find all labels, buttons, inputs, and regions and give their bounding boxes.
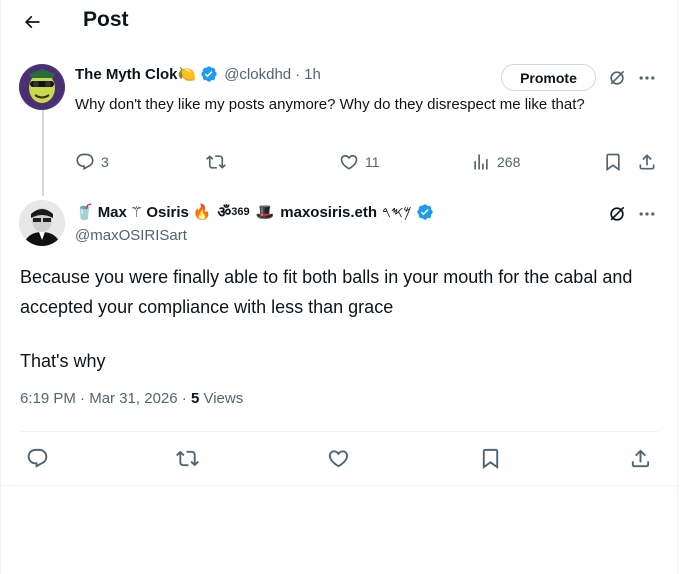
- heart-icon: [339, 152, 359, 172]
- parent-post-text: Why don't they like my posts anymore? Wh…: [75, 96, 585, 113]
- heart-icon: [327, 447, 350, 470]
- drink-emoji: 🥤: [75, 204, 94, 221]
- separator: ·: [295, 65, 301, 83]
- separator: ·: [80, 390, 86, 407]
- like-action[interactable]: [327, 447, 350, 470]
- divider: [20, 431, 658, 432]
- caduceus-symbol: ⚚: [129, 204, 144, 221]
- bookmark-action[interactable]: [479, 447, 502, 470]
- views-label: Views: [203, 390, 244, 407]
- separator: ·: [181, 390, 187, 407]
- post-paragraph: That's why: [20, 351, 106, 371]
- reply-action[interactable]: 3: [75, 152, 109, 172]
- verified-badge-icon: [200, 65, 218, 83]
- thread-line: [42, 110, 44, 196]
- share-action[interactable]: [637, 152, 657, 172]
- post-column: Post The Myth Clok 🍋 @clokdhd · 1h Promo…: [0, 0, 679, 574]
- om-symbol: ॐ: [217, 204, 232, 221]
- name-script: 𐤌𐤎𐤓: [382, 203, 412, 221]
- author-name-rest[interactable]: Osiris: [146, 204, 189, 221]
- main-handle-row: @maxOSIRISart: [75, 227, 187, 244]
- grok-icon[interactable]: [605, 202, 629, 226]
- author-handle[interactable]: @maxOSIRISart: [75, 227, 187, 244]
- views-action[interactable]: 268: [471, 152, 520, 172]
- avatar[interactable]: [19, 64, 65, 110]
- reply-action[interactable]: [26, 447, 49, 470]
- reply-count: 3: [101, 154, 109, 170]
- bookmark-icon: [479, 447, 502, 470]
- divider: [1, 485, 679, 486]
- post-time[interactable]: 1h: [304, 66, 321, 83]
- page-title: Post: [83, 8, 129, 31]
- fire-emoji: 🔥: [192, 204, 212, 221]
- views-count: 5: [190, 390, 200, 407]
- repost-action[interactable]: [205, 152, 227, 172]
- analytics-icon: [471, 152, 491, 172]
- promote-button[interactable]: Promote: [501, 64, 596, 91]
- avatar[interactable]: [19, 200, 65, 246]
- views-count: 268: [497, 154, 521, 170]
- post-date[interactable]: Mar 31, 2026: [89, 390, 177, 407]
- main-author-row: 🥤 Max ⚚ Osiris 🔥 ॐ 369 🎩 maxosiris.eth 𐤌…: [75, 202, 434, 222]
- name-superscript: 369: [231, 206, 250, 218]
- reply-icon: [26, 447, 49, 470]
- repost-icon: [175, 447, 200, 470]
- grok-icon[interactable]: [605, 66, 629, 90]
- post-paragraph: Because you were finally able to fit bot…: [20, 267, 633, 317]
- like-count: 11: [365, 154, 380, 170]
- more-options-icon[interactable]: [635, 66, 659, 90]
- parent-author-row: The Myth Clok 🍋 @clokdhd · 1h: [75, 65, 321, 84]
- author-name[interactable]: Max: [98, 204, 127, 221]
- bookmark-icon: [603, 152, 623, 172]
- repost-action[interactable]: [175, 447, 200, 470]
- verified-badge-icon: [416, 203, 434, 221]
- top-hat-emoji: 🎩: [255, 204, 275, 221]
- lemon-emoji: 🍋: [177, 66, 197, 83]
- back-arrow-icon[interactable]: [19, 9, 45, 35]
- repost-icon: [205, 152, 227, 172]
- author-name[interactable]: The Myth Clok: [75, 66, 178, 83]
- author-handle[interactable]: @clokdhd: [224, 66, 291, 83]
- share-icon: [637, 152, 657, 172]
- main-post-text: Because you were finally able to fit bot…: [20, 262, 670, 376]
- more-options-icon[interactable]: [635, 202, 659, 226]
- post-time[interactable]: 6:19 PM: [20, 390, 76, 407]
- share-icon: [629, 447, 652, 470]
- reply-icon: [75, 152, 95, 172]
- page-header: Post: [1, 0, 679, 42]
- ens-name[interactable]: maxosiris.eth: [280, 204, 377, 221]
- post-meta: 6:19 PM · Mar 31, 2026 · 5 Views: [20, 390, 243, 407]
- share-action[interactable]: [629, 447, 652, 470]
- like-action[interactable]: 11: [339, 152, 380, 172]
- bookmark-action[interactable]: [603, 152, 623, 172]
